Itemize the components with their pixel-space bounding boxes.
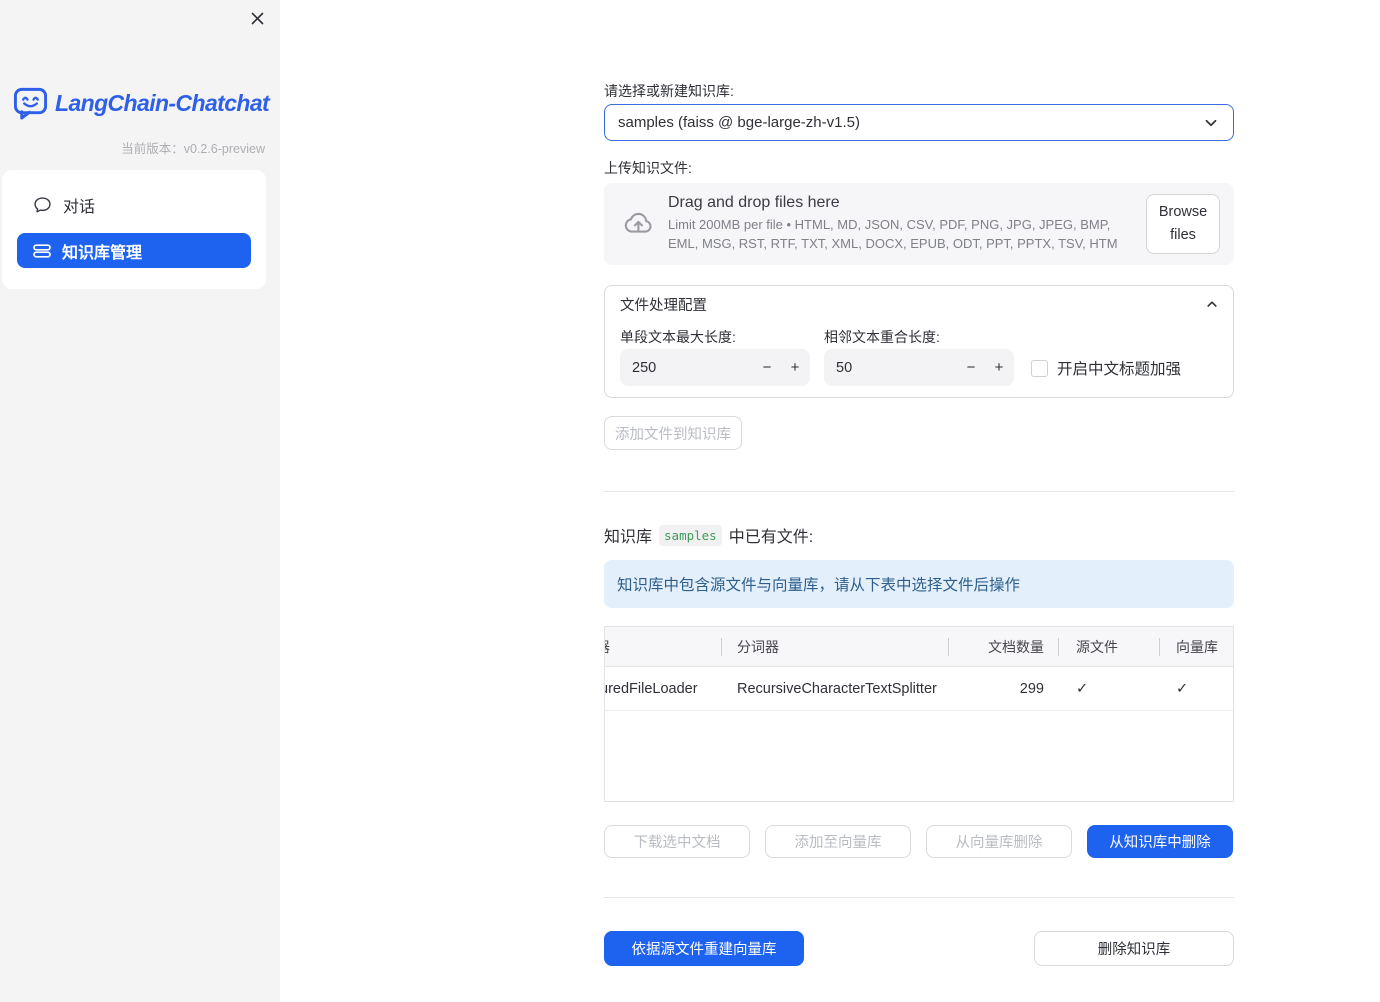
info-alert-text: 知识库中包含源文件与向量库，请从下表中选择文件后操作 — [617, 577, 1021, 594]
rebuild-vector-store-button[interactable]: 依据源文件重建向量库 — [604, 931, 804, 966]
chunk-size-decrement-button[interactable]: − — [752, 349, 782, 386]
delete-from-vector-store-button[interactable]: 从向量库删除 — [926, 825, 1072, 858]
header-splitter[interactable]: 分词器 — [737, 627, 779, 667]
list-pills-icon — [33, 243, 51, 259]
sidebar: LangChain-Chatchat 当前版本：v0.2.6-preview 对… — [0, 0, 280, 1002]
column-separator — [1058, 638, 1059, 656]
header-doc-count[interactable]: 文档数量 — [948, 627, 1044, 667]
chevron-up-icon — [1205, 297, 1219, 311]
sidebar-close-icon[interactable] — [248, 9, 266, 27]
expander-title: 文件处理配置 — [620, 297, 707, 314]
overlap-size-value: 50 — [836, 359, 853, 376]
table-header-row: 器 分词器 文档数量 源文件 向量库 — [605, 627, 1233, 667]
overlap-size-label: 相邻文本重合长度: — [824, 329, 940, 345]
sidebar-item-label: 知识库管理 — [62, 244, 143, 262]
sidebar-item-label: 对话 — [63, 198, 96, 216]
overlap-size-input[interactable]: 50 − + — [824, 349, 1014, 386]
add-files-to-kb-button[interactable]: 添加文件到知识库 — [604, 416, 742, 450]
kb-name-code: samples — [659, 524, 722, 546]
delete-kb-button[interactable]: 删除知识库 — [1034, 931, 1234, 966]
download-selected-button[interactable]: 下载选中文档 — [604, 825, 750, 858]
overlap-increment-button[interactable]: + — [984, 349, 1014, 386]
existing-files-heading: 知识库 samples 中已有文件: — [604, 523, 813, 547]
main-content: 请选择或新建知识库: samples (faiss @ bge-large-zh… — [604, 0, 1234, 1002]
table-row[interactable]: uredFileLoader RecursiveCharacterTextSpl… — [605, 667, 1233, 711]
version-text: 当前版本：v0.2.6-preview — [121, 142, 265, 156]
cloud-upload-icon — [620, 209, 656, 239]
dropzone-title: Drag and drop files here — [668, 194, 840, 212]
sidebar-item-chat[interactable]: 对话 — [17, 187, 251, 222]
sidebar-nav: 对话 知识库管理 — [2, 170, 266, 289]
upload-label: 上传知识文件: — [604, 160, 692, 176]
chunk-size-increment-button[interactable]: + — [780, 349, 810, 386]
checkbox-label: 开启中文标题加强 — [1057, 361, 1182, 378]
logo-chat-smiley-icon — [13, 86, 48, 120]
delete-from-kb-button[interactable]: 从知识库中删除 — [1087, 825, 1233, 858]
header-vector-store[interactable]: 向量库 — [1176, 627, 1218, 667]
file-config-expander-header[interactable]: 文件处理配置 — [605, 286, 1233, 322]
kb-select-value: samples (faiss @ bge-large-zh-v1.5) — [618, 114, 860, 131]
kb-select-label: 请选择或新建知识库: — [604, 83, 734, 99]
add-to-vector-store-button[interactable]: 添加至向量库 — [765, 825, 911, 858]
zh-title-enhance-checkbox[interactable]: 开启中文标题加强 — [1031, 357, 1181, 379]
chat-bubble-icon — [33, 195, 52, 214]
cell-splitter: RecursiveCharacterTextSplitter — [737, 681, 937, 697]
overlap-decrement-button[interactable]: − — [956, 349, 986, 386]
app-logo: LangChain-Chatchat — [13, 86, 270, 120]
info-alert: 知识库中包含源文件与向量库，请从下表中选择文件后操作 — [604, 560, 1234, 608]
cell-source-check: ✓ — [1076, 681, 1089, 697]
app-root: LangChain-Chatchat 当前版本：v0.2.6-preview 对… — [0, 0, 1380, 1002]
cell-loader-clipped: uredFileLoader — [604, 681, 698, 697]
kb-select-dropdown[interactable]: samples (faiss @ bge-large-zh-v1.5) — [604, 104, 1234, 141]
kb-files-table: 器 分词器 文档数量 源文件 向量库 uredFileLoader Recurs… — [604, 626, 1234, 802]
browse-files-button[interactable]: Browse files — [1146, 193, 1220, 255]
file-config-expander: 文件处理配置 单段文本最大长度: 相邻文本重合长度: 250 − + 50 − … — [604, 285, 1234, 398]
file-action-buttons: 下载选中文档 添加至向量库 从向量库删除 从知识库中删除 — [604, 825, 1234, 858]
chunk-size-value: 250 — [632, 359, 657, 376]
header-loader-clipped[interactable]: 器 — [605, 627, 610, 667]
chunk-size-label: 单段文本最大长度: — [620, 329, 736, 345]
file-dropzone[interactable]: Drag and drop files here Limit 200MB per… — [604, 183, 1234, 265]
dropzone-instructions: Drag and drop files here Limit 200MB per… — [668, 194, 1146, 254]
cell-doc-count: 299 — [1019, 681, 1044, 697]
cell-vector-check: ✓ — [1176, 681, 1189, 697]
heading-suffix: 中已有文件: — [728, 529, 814, 546]
heading-prefix: 知识库 — [604, 529, 653, 546]
divider — [604, 491, 1234, 492]
sidebar-item-knowledge-base[interactable]: 知识库管理 — [17, 233, 251, 268]
column-separator — [721, 638, 722, 656]
header-source-file[interactable]: 源文件 — [1076, 627, 1118, 667]
column-separator — [1159, 638, 1160, 656]
logo-text: LangChain-Chatchat — [55, 89, 270, 116]
divider — [604, 897, 1234, 898]
checkbox-box[interactable] — [1031, 359, 1048, 377]
dropzone-limit: Limit 200MB per file • HTML, MD, JSON, C… — [668, 217, 1118, 251]
chevron-down-icon — [1202, 114, 1220, 132]
chunk-size-input[interactable]: 250 − + — [620, 349, 810, 386]
